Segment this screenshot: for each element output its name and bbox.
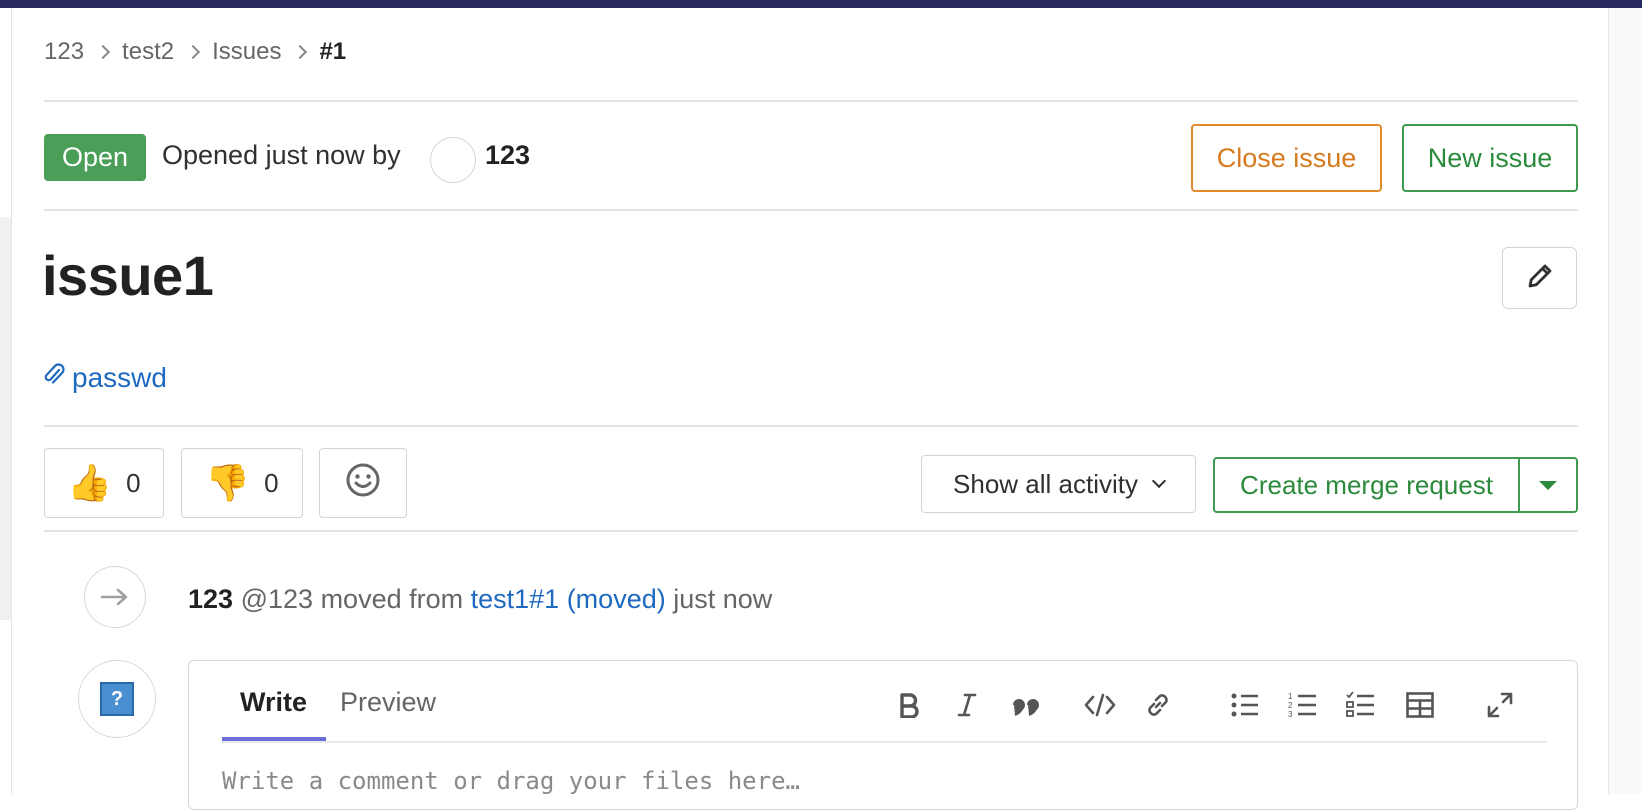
status-badge: Open bbox=[44, 134, 146, 181]
note-author[interactable]: 123 bbox=[188, 584, 233, 614]
thumbs-down-count: 0 bbox=[264, 467, 279, 498]
broken-image-icon: ? bbox=[100, 682, 134, 716]
thumbs-up-icon: 👍 bbox=[67, 462, 113, 503]
tab-write[interactable]: Write bbox=[240, 687, 307, 718]
close-issue-button[interactable]: Close issue bbox=[1191, 124, 1382, 192]
issue-title: issue1 bbox=[42, 244, 214, 307]
svg-text:2: 2 bbox=[1288, 701, 1293, 710]
chevron-right-icon bbox=[293, 44, 308, 60]
author-name[interactable]: 123 bbox=[485, 140, 530, 171]
note-time: just now bbox=[673, 584, 773, 614]
breadcrumb-current[interactable]: #1 bbox=[319, 38, 346, 66]
italic-icon[interactable] bbox=[951, 689, 983, 721]
task-list-icon[interactable] bbox=[1345, 689, 1377, 721]
active-tab-indicator bbox=[222, 737, 326, 741]
activity-filter-label: Show all activity bbox=[953, 468, 1138, 499]
breadcrumb: 123 test2 Issues #1 bbox=[44, 38, 346, 66]
merge-request-split-button: Create merge request bbox=[1213, 457, 1578, 513]
editor-tabs: Write Preview 123 bbox=[222, 661, 1547, 743]
svg-text:1: 1 bbox=[1288, 692, 1293, 701]
note-handle[interactable]: @123 bbox=[241, 584, 313, 614]
merge-request-options-toggle[interactable] bbox=[1520, 459, 1576, 511]
pencil-icon bbox=[1525, 261, 1555, 296]
fullscreen-icon[interactable] bbox=[1484, 689, 1516, 721]
divider bbox=[44, 209, 1578, 211]
create-merge-request-button[interactable]: Create merge request bbox=[1215, 459, 1520, 511]
edit-title-button[interactable] bbox=[1502, 247, 1577, 309]
thumbs-up-button[interactable]: 👍 0 bbox=[44, 448, 164, 518]
right-sidebar-edge bbox=[1609, 8, 1642, 794]
bullet-list-icon[interactable] bbox=[1229, 689, 1261, 721]
left-divider bbox=[11, 8, 12, 794]
current-user-avatar[interactable]: ? bbox=[78, 660, 156, 738]
thumbs-down-icon: 👎 bbox=[205, 462, 251, 503]
numbered-list-icon[interactable]: 123 bbox=[1287, 689, 1319, 721]
new-issue-button[interactable]: New issue bbox=[1402, 124, 1578, 192]
thumbs-down-button[interactable]: 👎 0 bbox=[181, 448, 303, 518]
add-reaction-button[interactable] bbox=[319, 448, 407, 518]
note-action: moved from bbox=[320, 584, 464, 614]
divider bbox=[44, 425, 1578, 427]
chevron-right-icon bbox=[95, 44, 111, 60]
quote-icon[interactable] bbox=[1010, 689, 1042, 721]
smiley-icon bbox=[344, 461, 382, 506]
moved-from-link[interactable]: test1#1 (moved) bbox=[471, 584, 666, 614]
thumbs-up-count: 0 bbox=[126, 467, 141, 498]
opened-text: Opened just now by bbox=[162, 140, 401, 170]
tab-preview[interactable]: Preview bbox=[340, 687, 436, 718]
table-icon[interactable] bbox=[1404, 689, 1436, 721]
left-sidebar-edge bbox=[0, 217, 11, 620]
caret-down-icon bbox=[1539, 480, 1557, 490]
timeline-note: 123 @123 moved from test1#1 (moved) just… bbox=[188, 584, 772, 615]
attachment-name[interactable]: passwd bbox=[72, 362, 167, 394]
breadcrumb-item-issues[interactable]: Issues bbox=[212, 38, 281, 66]
divider bbox=[44, 530, 1578, 532]
top-navbar bbox=[0, 0, 1642, 8]
code-icon[interactable] bbox=[1084, 689, 1116, 721]
timeline-moved-icon bbox=[84, 566, 146, 628]
link-icon[interactable] bbox=[1142, 689, 1174, 721]
divider bbox=[44, 100, 1578, 102]
chevron-down-icon bbox=[1151, 473, 1167, 489]
breadcrumb-item-group[interactable]: 123 bbox=[44, 38, 84, 66]
attachment-link[interactable]: passwd bbox=[42, 360, 167, 395]
activity-filter-dropdown[interactable]: Show all activity bbox=[921, 455, 1196, 513]
chevron-right-icon bbox=[186, 44, 201, 60]
author-avatar[interactable] bbox=[430, 137, 476, 183]
bold-icon[interactable] bbox=[893, 689, 925, 721]
paperclip-icon bbox=[42, 360, 66, 395]
comment-textarea[interactable]: Write a comment or drag your files here… bbox=[222, 767, 800, 795]
breadcrumb-item-project[interactable]: test2 bbox=[122, 38, 174, 66]
svg-text:3: 3 bbox=[1288, 710, 1293, 719]
comment-editor: Write Preview 123 Write a comment or dra… bbox=[188, 660, 1578, 810]
